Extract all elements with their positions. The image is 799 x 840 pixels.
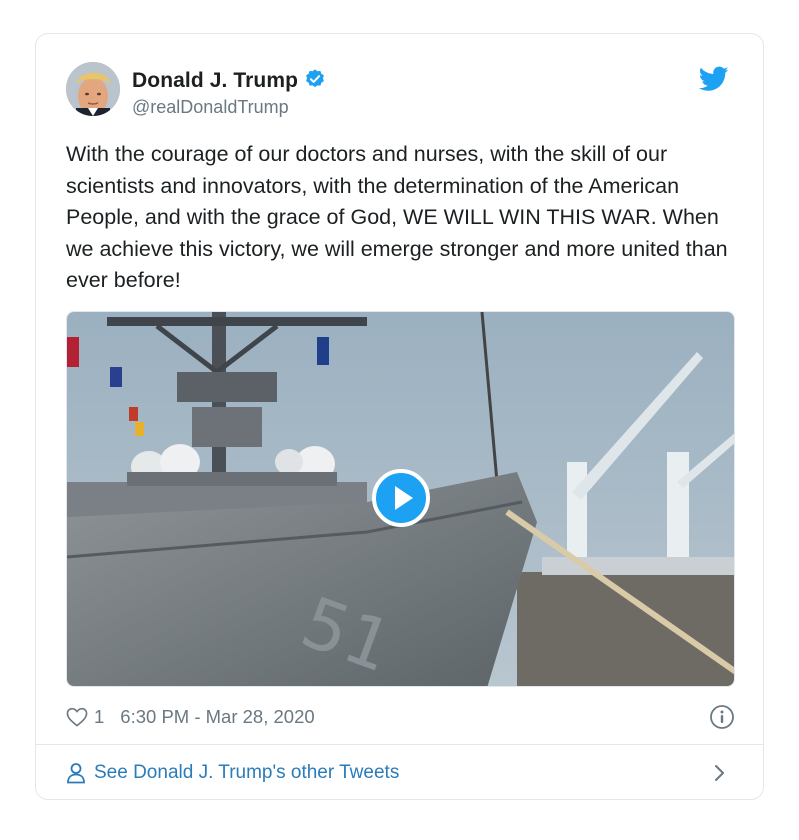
- twitter-bird-icon[interactable]: [698, 66, 729, 92]
- tweet-header: Donald J. Trump @realDonaldTrump: [66, 62, 733, 118]
- tweet-text: With the courage of our doctors and nurs…: [66, 142, 728, 292]
- heart-icon[interactable]: [66, 707, 88, 727]
- tweet-card: Donald J. Trump @realDonaldTrump With th…: [35, 33, 764, 800]
- play-icon[interactable]: [372, 469, 430, 527]
- display-name[interactable]: Donald J. Trump: [132, 69, 298, 93]
- other-tweets-label[interactable]: See Donald J. Trump's other Tweets: [94, 762, 399, 784]
- avatar[interactable]: [66, 62, 120, 116]
- timestamp[interactable]: 6:30 PM - Mar 28, 2020: [120, 706, 314, 728]
- chevron-right-icon[interactable]: [713, 763, 727, 783]
- display-name-row: Donald J. Trump: [132, 68, 326, 94]
- handle[interactable]: @realDonaldTrump: [132, 97, 326, 118]
- person-icon: [66, 762, 86, 784]
- author-names: Donald J. Trump @realDonaldTrump: [132, 68, 326, 118]
- other-tweets-link[interactable]: See Donald J. Trump's other Tweets: [66, 745, 733, 799]
- video-thumbnail[interactable]: 51: [66, 311, 735, 687]
- like-count[interactable]: 1: [94, 706, 104, 728]
- tweet-meta: 1 6:30 PM - Mar 28, 2020: [66, 702, 735, 732]
- verified-badge-icon: [304, 68, 326, 95]
- info-icon[interactable]: [709, 704, 735, 730]
